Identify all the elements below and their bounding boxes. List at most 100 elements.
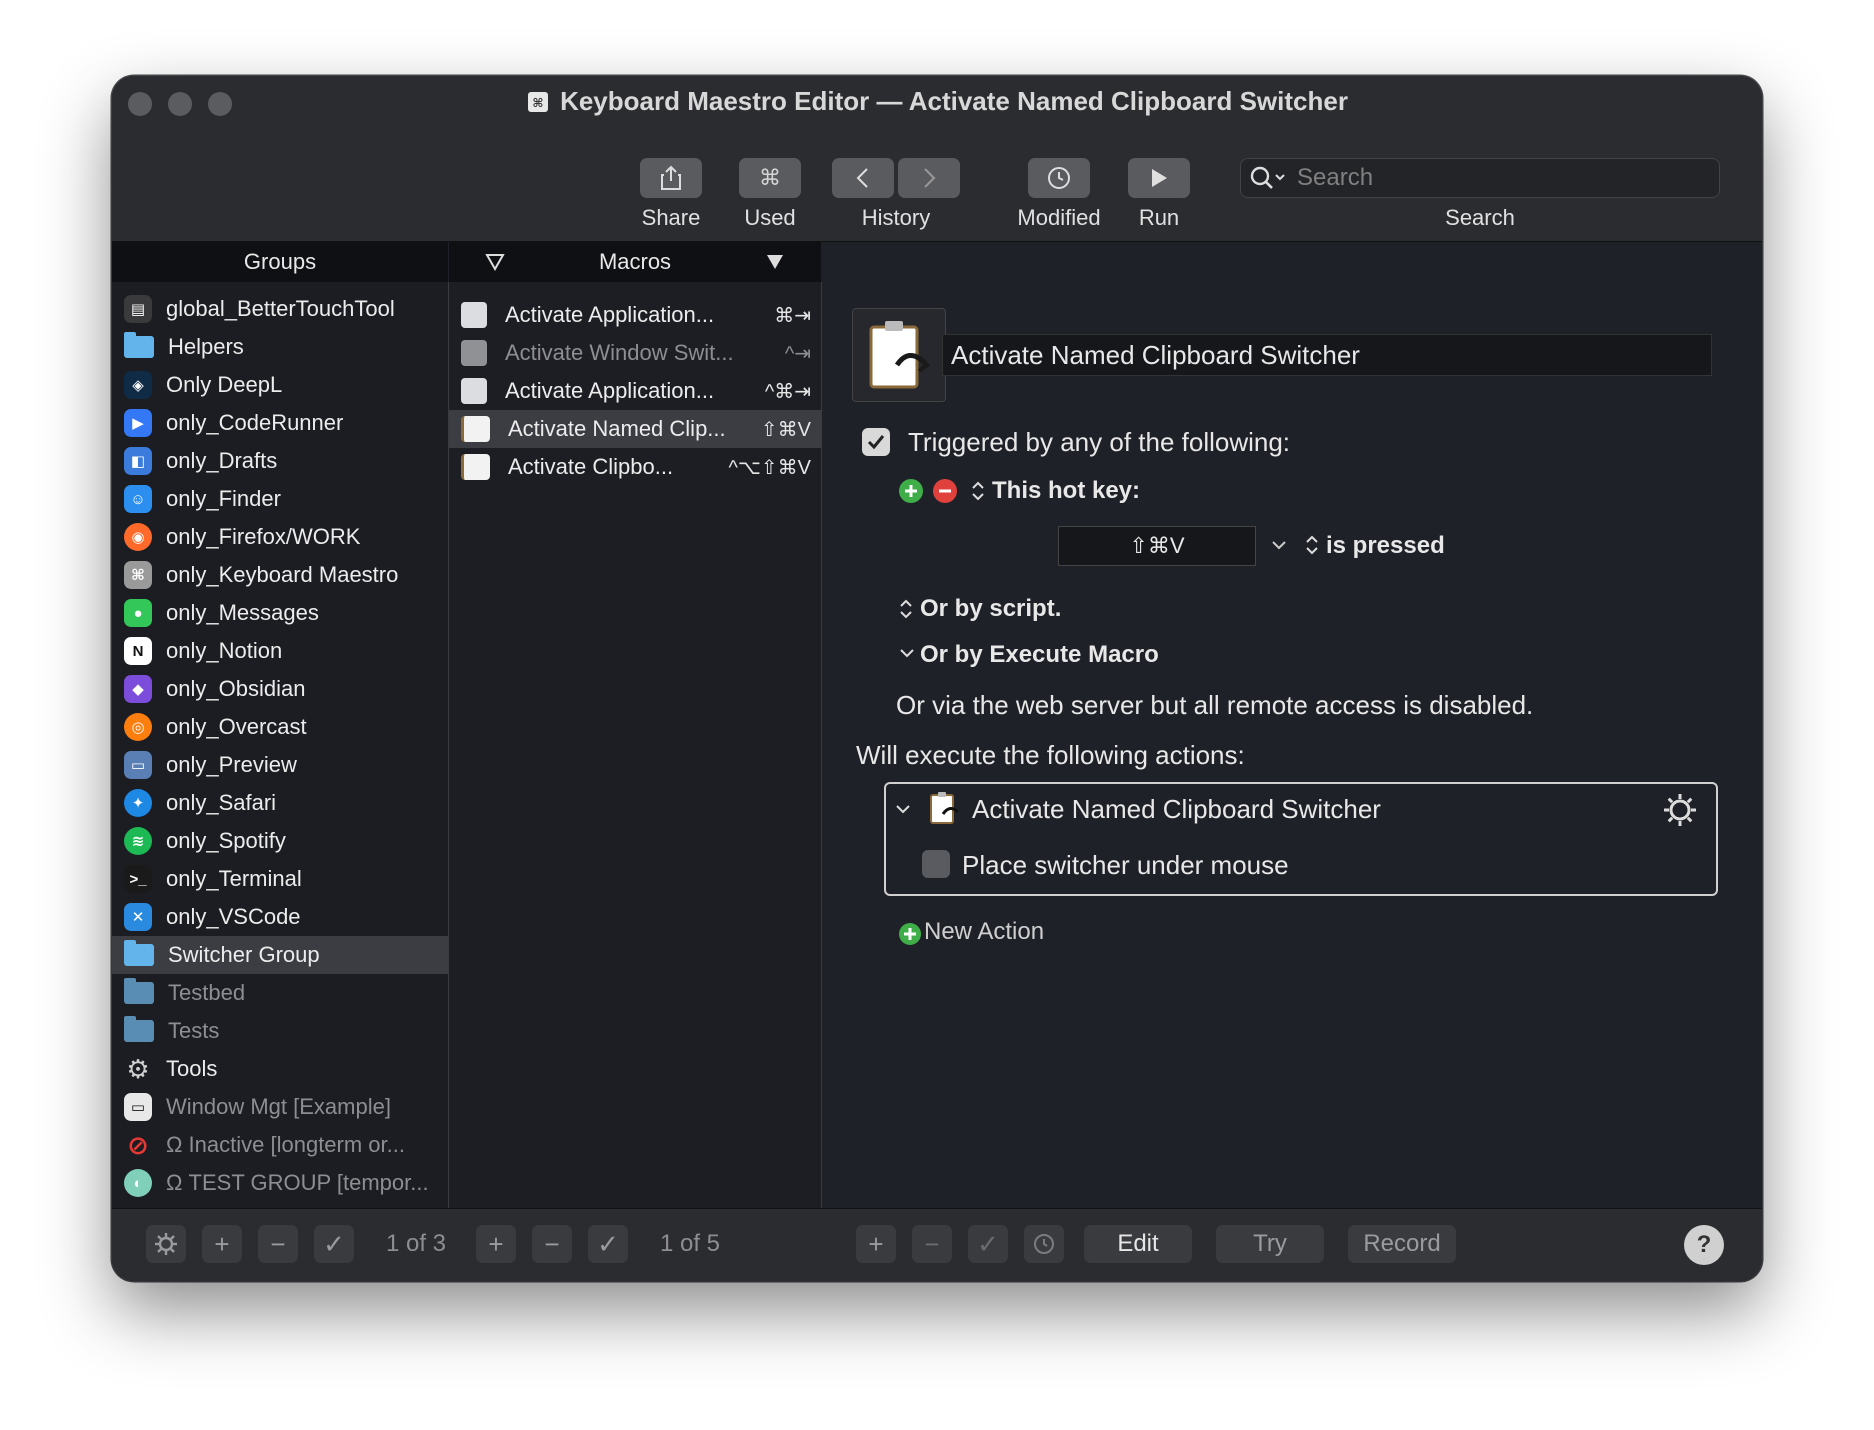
sidebar-item-group[interactable]: ≋ only_Spotify bbox=[112, 822, 448, 860]
sidebar-item-group[interactable]: >_ only_Terminal bbox=[112, 860, 448, 898]
filter-outline-icon[interactable] bbox=[485, 253, 505, 271]
enable-group-button[interactable]: ✓ bbox=[314, 1225, 354, 1263]
chevron-down-icon[interactable] bbox=[898, 644, 916, 662]
sidebar-item-group[interactable]: Tests bbox=[112, 1012, 448, 1050]
filter-solid-icon[interactable] bbox=[765, 253, 785, 271]
share-label: Share bbox=[641, 205, 701, 230]
sidebar-item-group[interactable]: ◎ only_Overcast bbox=[112, 708, 448, 746]
sidebar-item-group[interactable]: Helpers bbox=[112, 328, 448, 366]
action-box[interactable]: Activate Named Clipboard Switcher Place … bbox=[884, 782, 1718, 896]
share-button[interactable] bbox=[640, 158, 702, 198]
sidebar-item-label: only_Terminal bbox=[166, 866, 302, 891]
try-button[interactable]: Try bbox=[1216, 1225, 1324, 1263]
macros-header-label: Macros bbox=[598, 249, 672, 274]
groups-list[interactable]: ▤ global_BetterTouchTool Helpers ◈ Only Deep… bbox=[112, 282, 449, 1209]
search-label: Search bbox=[1445, 205, 1515, 230]
remove-trigger-icon[interactable] bbox=[932, 478, 958, 504]
used-button[interactable]: ⌘ bbox=[739, 158, 801, 198]
sidebar-item-group[interactable]: ● only_Messages bbox=[112, 594, 448, 632]
sidebar-item-group[interactable]: ◧ only_Drafts bbox=[112, 442, 448, 480]
sidebar-item-label: only_CodeRunner bbox=[166, 410, 344, 435]
application-switcher-icon bbox=[461, 302, 487, 328]
sidebar-item-group[interactable]: ▤ global_BetterTouchTool bbox=[112, 290, 448, 328]
sidebar-item-group[interactable]: ◐ Ω TEST GROUP [tempor... bbox=[112, 1164, 448, 1202]
gear-icon: ⚙ bbox=[126, 1053, 150, 1084]
enable-macro-button[interactable]: ✓ bbox=[588, 1225, 628, 1263]
sidebar-item-label: Switcher Group bbox=[168, 942, 320, 967]
chevron-down-icon[interactable] bbox=[1270, 536, 1288, 554]
sidebar-item-group[interactable]: ✦ only_Safari bbox=[112, 784, 448, 822]
run-button[interactable] bbox=[1128, 158, 1190, 198]
modified-label: Modified bbox=[1017, 205, 1101, 230]
sidebar-item-group[interactable]: ⊘ Ω Inactive [longterm or... bbox=[112, 1126, 448, 1164]
list-item[interactable]: Activate Named Clip... ⇧⌘V bbox=[449, 410, 821, 448]
remove-group-button[interactable]: − bbox=[258, 1225, 298, 1263]
new-action-button[interactable]: New Action bbox=[924, 918, 1044, 946]
or-by-execute-macro-label[interactable]: Or by Execute Macro bbox=[920, 641, 1159, 669]
share-icon bbox=[661, 165, 681, 190]
modified-button[interactable] bbox=[1028, 158, 1090, 198]
updown-chevron-icon[interactable] bbox=[1304, 532, 1320, 558]
list-item[interactable]: Activate Application... ⌘⇥ bbox=[449, 296, 821, 334]
sidebar-item-group[interactable]: ☺ only_Finder bbox=[112, 480, 448, 518]
sidebar-item-group[interactable]: ▶ only_CodeRunner bbox=[112, 404, 448, 442]
add-trigger-icon[interactable] bbox=[898, 478, 924, 504]
scroll-top-partial bbox=[112, 282, 448, 290]
macro-name: Activate Named Clip... bbox=[508, 416, 726, 441]
updown-chevron-icon[interactable] bbox=[970, 478, 986, 504]
help-button[interactable]: ? bbox=[1684, 1225, 1724, 1265]
chevron-down-icon[interactable] bbox=[894, 800, 912, 818]
updown-chevron-icon[interactable] bbox=[898, 596, 914, 622]
timer-button[interactable] bbox=[1024, 1225, 1064, 1263]
group-settings-button[interactable] bbox=[146, 1225, 186, 1263]
remove-action-button[interactable]: − bbox=[912, 1225, 952, 1263]
sidebar-item-group[interactable]: ⌘ only_Keyboard Maestro bbox=[112, 556, 448, 594]
add-action-icon[interactable] bbox=[898, 922, 922, 946]
macros-header[interactable]: Macros bbox=[449, 242, 821, 283]
list-item[interactable]: Activate Clipbo... ^⌥⇧⌘V bbox=[449, 448, 821, 486]
enable-action-button[interactable]: ✓ bbox=[968, 1225, 1008, 1263]
list-item[interactable]: Activate Window Swit... ^⇥ bbox=[449, 334, 821, 372]
place-under-mouse-checkbox[interactable] bbox=[922, 850, 950, 878]
sidebar-item-group[interactable]: ◆ only_Obsidian bbox=[112, 670, 448, 708]
record-button[interactable]: Record bbox=[1348, 1225, 1456, 1263]
history-forward-button[interactable] bbox=[898, 158, 960, 198]
macro-name-field[interactable]: Activate Named Clipboard Switcher bbox=[942, 334, 1712, 376]
sidebar-item-label: only_Spotify bbox=[166, 828, 286, 853]
search-field[interactable]: Search bbox=[1240, 158, 1720, 198]
or-by-script-label[interactable]: Or by script. bbox=[920, 595, 1061, 623]
sidebar-item-group[interactable]: ⚙ Tools bbox=[112, 1050, 448, 1088]
macro-icon-well[interactable] bbox=[852, 308, 946, 402]
add-macro-button[interactable]: + bbox=[476, 1225, 516, 1263]
sidebar-item-group[interactable]: ▭ Window Mgt [Example] bbox=[112, 1088, 448, 1126]
list-item[interactable]: Activate Application... ^⌘⇥ bbox=[449, 372, 821, 410]
editor-window: ⌘ Keyboard Maestro Editor — Activate Nam… bbox=[112, 76, 1762, 1281]
sidebar-item-label: only_Drafts bbox=[166, 448, 278, 473]
sidebar-item-group[interactable]: ◈ Only DeepL bbox=[112, 366, 448, 404]
edit-button[interactable]: Edit bbox=[1084, 1225, 1192, 1263]
macros-list[interactable]: Activate Application... ⌘⇥ Activate Window… bbox=[449, 282, 822, 1209]
sidebar-item-label: Only DeepL bbox=[166, 372, 283, 397]
hotkey-field[interactable]: ⇧⌘V bbox=[1058, 526, 1256, 566]
sidebar-item-group[interactable]: ✕ only_VSCode bbox=[112, 898, 448, 936]
groups-header[interactable]: Groups bbox=[112, 242, 448, 283]
title-bar: ⌘ Keyboard Maestro Editor — Activate Nam… bbox=[112, 76, 1762, 242]
sidebar-item-group[interactable]: Nonly_Notion bbox=[112, 632, 448, 670]
sidebar-item-group[interactable]: Testbed bbox=[112, 974, 448, 1012]
clipboard-switch-icon bbox=[461, 454, 490, 480]
checkmark-icon bbox=[867, 435, 885, 450]
add-action-button[interactable]: + bbox=[856, 1225, 896, 1263]
gear-icon[interactable] bbox=[1660, 790, 1700, 830]
triggered-checkbox[interactable] bbox=[862, 428, 890, 456]
is-pressed-label[interactable]: is pressed bbox=[1326, 532, 1445, 560]
sidebar-item-label: only_Preview bbox=[166, 752, 297, 777]
sidebar-item-group[interactable]: ◉ only_Firefox/WORK bbox=[112, 518, 448, 556]
search-input[interactable]: Search bbox=[1297, 164, 1373, 192]
history-back-button[interactable] bbox=[832, 158, 894, 198]
add-group-button[interactable]: + bbox=[202, 1225, 242, 1263]
sidebar-item-group[interactable]: ▭ only_Preview bbox=[112, 746, 448, 784]
sidebar-item-group[interactable]: Switcher Group bbox=[112, 936, 448, 974]
remove-macro-button[interactable]: − bbox=[532, 1225, 572, 1263]
sidebar-item-label: only_Messages bbox=[166, 600, 319, 625]
